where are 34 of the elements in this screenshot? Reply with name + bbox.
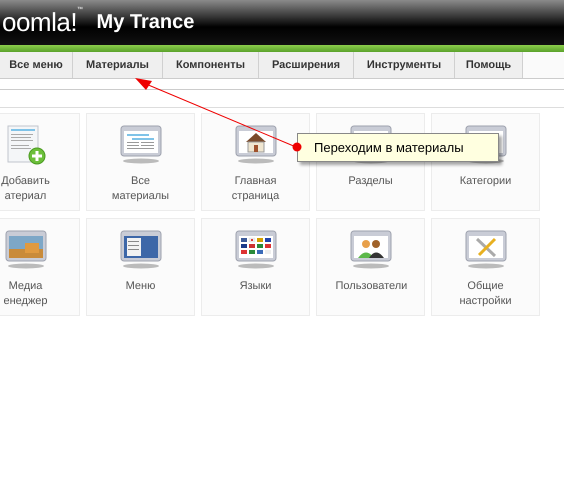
menu-window-icon [118, 229, 164, 271]
tile-card[interactable]: Добавить атериал [0, 113, 80, 211]
tile-card[interactable]: Пользователи [316, 218, 425, 316]
menu-tab[interactable]: Инструменты [354, 52, 455, 78]
people-icon [348, 229, 394, 271]
flags-icon [232, 229, 278, 271]
tile-label: Медиа енеджер [2, 279, 49, 309]
callout-tooltip: Переходим в материалы [297, 133, 499, 162]
tile-card[interactable]: Меню [86, 218, 195, 316]
site-title: My Trance [96, 11, 194, 34]
menu-tab[interactable]: Помощь [455, 52, 523, 78]
tile-label: Разделы [347, 174, 394, 189]
tile-label: Все материалы [110, 174, 170, 204]
menu-tab[interactable]: Все меню [0, 52, 73, 78]
tile-label: Общие настройки [458, 279, 513, 309]
pointer-dot-icon [292, 142, 302, 152]
documents-window-icon [118, 124, 164, 166]
tile-card[interactable]: Все материалы [86, 113, 195, 211]
tile-card[interactable]: Главная страница [201, 113, 310, 211]
house-icon [232, 124, 278, 166]
tile-label: Пользователи [336, 279, 406, 294]
tools-icon [462, 229, 508, 271]
menu-tab[interactable]: Расширения [259, 52, 354, 78]
menu-tab[interactable]: Материалы [73, 52, 163, 78]
picture-window-icon [2, 229, 48, 271]
tile-card[interactable]: Общие настройки [431, 218, 540, 316]
tile-label: Меню [124, 279, 156, 294]
tile-label: Языки [238, 279, 272, 294]
tile-label: Категории [458, 174, 512, 189]
tile-card[interactable]: Языки [201, 218, 310, 316]
menu-tab[interactable]: Компоненты [163, 52, 259, 78]
tile-label: Главная страница [230, 174, 280, 204]
tile-card[interactable]: Медиа енеджер [0, 218, 80, 316]
tile-label: Добавить атериал [0, 174, 51, 204]
